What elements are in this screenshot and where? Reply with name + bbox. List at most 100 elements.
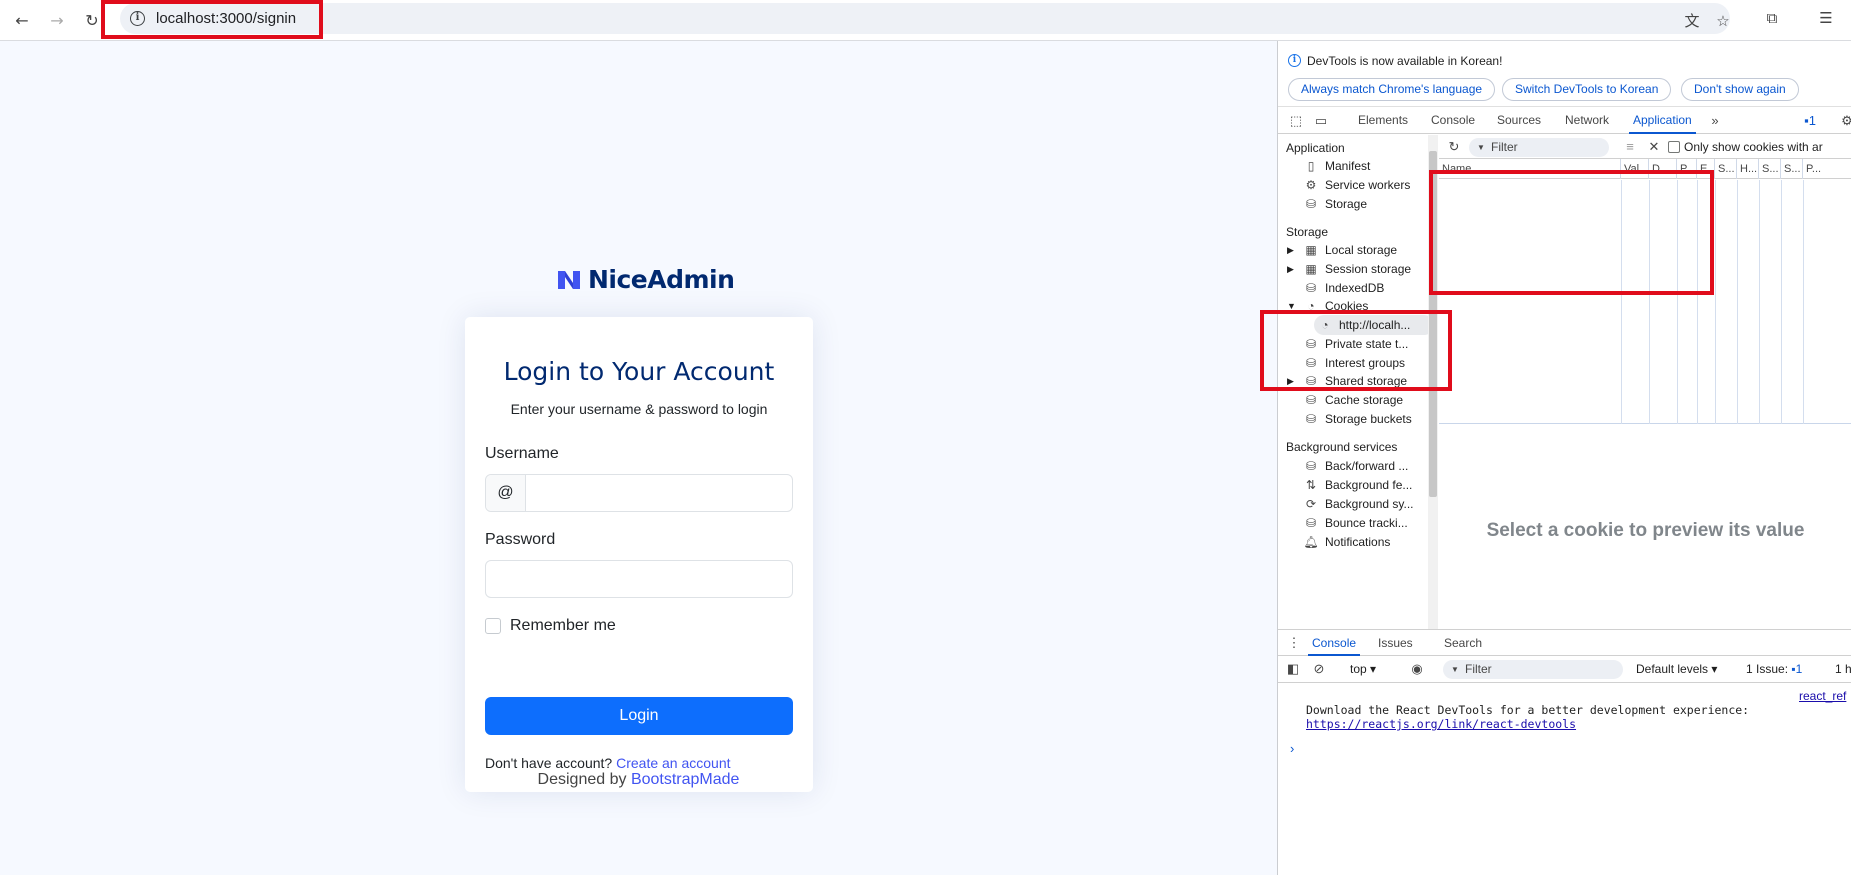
context-selector[interactable]: top ▾ xyxy=(1350,662,1376,676)
database-icon: ⛁ xyxy=(1305,393,1317,407)
devtools-panel: i DevTools is now available in Korean! A… xyxy=(1277,41,1851,875)
tab-application[interactable]: Application xyxy=(1629,107,1696,134)
sidebar-item-session-storage[interactable]: ▦ Session storage xyxy=(1304,259,1428,279)
language-infobar: i DevTools is now available in Korean! A… xyxy=(1278,41,1851,106)
sidebar-item-background-sync[interactable]: ⟳ Background sy... xyxy=(1304,494,1428,514)
grid-divider xyxy=(1803,180,1804,424)
dont-show-again-button[interactable]: Don't show again xyxy=(1681,78,1799,101)
login-button[interactable]: Login xyxy=(485,697,793,735)
back-icon[interactable]: ← xyxy=(9,7,35,33)
password-label: Password xyxy=(485,531,556,548)
sidebar-item-notifications[interactable]: 🔔︎ Notifications xyxy=(1304,532,1428,552)
sidebar-item-label: Bounce tracki... xyxy=(1325,516,1408,530)
tab-network[interactable]: Network xyxy=(1565,107,1609,134)
document-icon: ▯ xyxy=(1307,159,1315,173)
console-prompt-icon[interactable]: › xyxy=(1290,741,1294,756)
only-show-issues-checkbox[interactable] xyxy=(1668,141,1680,153)
reading-list-icon[interactable]: ☰ xyxy=(1816,8,1836,28)
bootstrapmade-link[interactable]: BootstrapMade xyxy=(631,771,740,788)
inspect-element-icon[interactable]: ⬚ xyxy=(1287,112,1305,130)
sidebar-item-storage[interactable]: ⛁ Storage xyxy=(1304,194,1428,214)
more-tabs-icon[interactable]: » xyxy=(1706,112,1724,130)
clear-console-icon[interactable]: ⊘ xyxy=(1310,660,1328,678)
column-httponly[interactable]: H... xyxy=(1737,159,1759,179)
switch-korean-button[interactable]: Switch DevTools to Korean xyxy=(1502,78,1672,101)
sidebar-item-background-fetch[interactable]: ⇅ Background fe... xyxy=(1304,475,1428,495)
logo[interactable]: NiceAdmin xyxy=(556,265,735,294)
bookmark-star-icon[interactable]: ☆ xyxy=(1713,11,1733,31)
remember-me-row: Remember me xyxy=(485,617,616,635)
remember-me-label[interactable]: Remember me xyxy=(510,617,616,635)
remember-me-checkbox[interactable] xyxy=(485,618,501,634)
only-show-issues-label[interactable]: Only show cookies with ar xyxy=(1684,140,1823,154)
issues-badge[interactable]: ▪1 xyxy=(1797,112,1823,130)
settings-gear-icon[interactable]: ⚙ xyxy=(1838,112,1851,130)
column-partition[interactable]: P... xyxy=(1803,159,1851,179)
sync-icon: ⟳ xyxy=(1305,497,1317,511)
issues-counter[interactable]: 1 Issue: ▪1 xyxy=(1746,662,1802,676)
at-sign-addon: @ xyxy=(486,475,526,511)
sidebar-item-bounce-tracking[interactable]: ⛁ Bounce tracki... xyxy=(1304,513,1428,533)
grid-divider xyxy=(1781,180,1782,424)
signup-row: Don't have account? Create an account xyxy=(485,755,731,771)
sidebar-item-manifest[interactable]: ▯ Manifest xyxy=(1304,156,1428,176)
database-icon: ⛁ xyxy=(1305,281,1317,295)
create-account-link[interactable]: Create an account xyxy=(616,755,730,771)
delete-selected-icon[interactable]: ✕ xyxy=(1645,138,1663,156)
tab-console[interactable]: Console xyxy=(1431,107,1475,134)
sidebar-item-storage-buckets[interactable]: ⛁ Storage buckets xyxy=(1304,409,1428,429)
login-card: Login to Your Account Enter your usernam… xyxy=(465,317,813,792)
console-message-text: Download the React DevTools for a better… xyxy=(1306,703,1750,717)
extensions-icon[interactable]: ⧉ xyxy=(1762,8,1782,28)
match-language-button[interactable]: Always match Chrome's language xyxy=(1288,78,1496,101)
cookies-filter-input[interactable]: Filter xyxy=(1469,138,1609,157)
react-devtools-link[interactable]: https://reactjs.org/link/react-devtools xyxy=(1306,717,1749,731)
console-message: Download the React DevTools for a better… xyxy=(1306,703,1749,731)
sidebar-item-service-workers[interactable]: ⚙ Service workers xyxy=(1304,175,1428,195)
clear-filtered-icon[interactable]: ≡ xyxy=(1621,138,1639,156)
console-toolbar: ◧ ⊘ top ▾ ◉ Filter Default levels ▾ 1 Is… xyxy=(1278,656,1851,683)
sidebar-item-label: Storage xyxy=(1325,197,1368,211)
tab-elements[interactable]: Elements xyxy=(1358,107,1408,134)
issues-counter-label: 1 Issue: xyxy=(1746,662,1789,676)
live-expression-eye-icon[interactable]: ◉ xyxy=(1408,660,1426,678)
device-toolbar-icon[interactable]: ▭ xyxy=(1312,112,1330,130)
niceadmin-logo-icon xyxy=(558,270,580,289)
dropdown-arrow-icon: ▾ xyxy=(1370,662,1377,676)
console-filter-input[interactable]: Filter xyxy=(1443,660,1623,679)
database-icon: ⛁ xyxy=(1305,197,1317,211)
drawer-menu-icon[interactable]: ⋮ xyxy=(1285,634,1303,652)
console-message-source-link[interactable]: react_ref xyxy=(1799,689,1846,703)
address-bar[interactable]: i localhost:3000/signin 文 ☆ xyxy=(120,3,1730,34)
hidden-messages-count: 1 h xyxy=(1835,662,1851,676)
grid-divider xyxy=(1737,180,1738,424)
sidebar-toggle-icon[interactable]: ◧ xyxy=(1284,660,1302,678)
drawer-tab-console[interactable]: Console xyxy=(1308,630,1361,656)
expand-arrow-icon[interactable]: ▶ xyxy=(1287,245,1294,256)
forward-icon[interactable]: → xyxy=(44,7,70,33)
log-levels-dropdown[interactable]: Default levels ▾ xyxy=(1636,662,1717,676)
sidebar-item-cache-storage[interactable]: ⛁ Cache storage xyxy=(1304,390,1428,410)
sidebar-item-back-forward-cache[interactable]: ⛁ Back/forward ... xyxy=(1304,456,1428,476)
refresh-icon[interactable]: ↻ xyxy=(1445,138,1463,156)
drawer-tab-search[interactable]: Search xyxy=(1444,630,1482,656)
grid-highlight-box xyxy=(1429,170,1714,295)
column-secure[interactable]: S... xyxy=(1759,159,1781,179)
column-samesite[interactable]: S... xyxy=(1781,159,1803,179)
brand-name: NiceAdmin xyxy=(588,265,735,294)
sidebar-item-local-storage[interactable]: ▦ Local storage xyxy=(1304,240,1428,260)
grid-divider xyxy=(1715,180,1716,424)
drawer-tab-issues[interactable]: Issues xyxy=(1378,630,1413,656)
translate-icon[interactable]: 文 xyxy=(1682,11,1702,31)
column-size[interactable]: S... xyxy=(1715,159,1737,179)
username-input[interactable] xyxy=(526,475,792,511)
expand-arrow-icon[interactable]: ▶ xyxy=(1287,264,1294,275)
password-input[interactable] xyxy=(486,561,792,597)
issues-counter-badge: ▪1 xyxy=(1791,662,1802,676)
database-icon: ⛁ xyxy=(1305,516,1317,530)
sidebar-item-indexeddb[interactable]: ⛁ IndexedDB xyxy=(1304,278,1428,298)
tab-sources[interactable]: Sources xyxy=(1497,107,1541,134)
info-icon: i xyxy=(1288,54,1301,67)
url-highlight-box xyxy=(101,0,323,39)
devtools-tabbar: ⬚ ▭ Elements Console Sources Network App… xyxy=(1278,106,1851,134)
